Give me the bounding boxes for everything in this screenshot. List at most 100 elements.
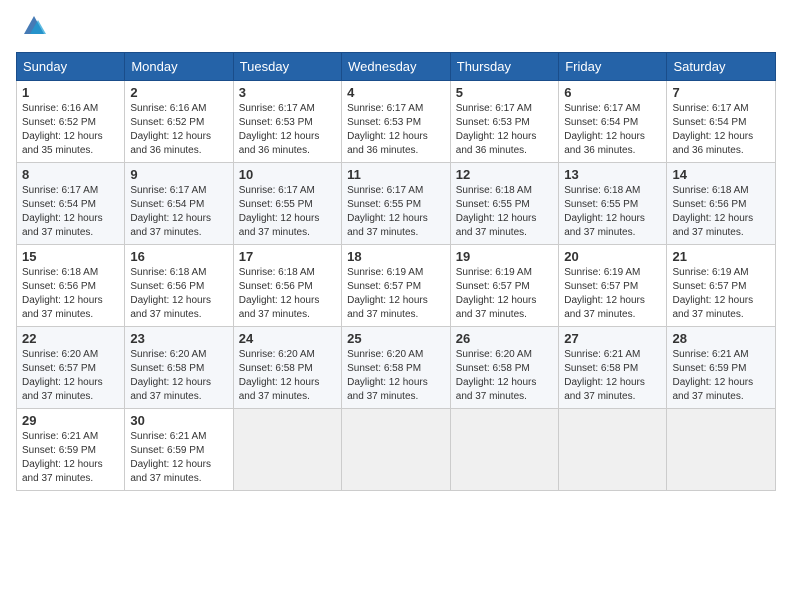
day-number: 4 bbox=[347, 85, 445, 100]
day-info: Sunrise: 6:19 AMSunset: 6:57 PMDaylight:… bbox=[564, 266, 661, 322]
day-number: 8 bbox=[22, 167, 119, 182]
day-info: Sunrise: 6:20 AMSunset: 6:58 PMDaylight:… bbox=[456, 348, 553, 404]
weekday-header: Sunday bbox=[17, 53, 125, 81]
calendar-cell: 13 Sunrise: 6:18 AMSunset: 6:55 PMDayligh… bbox=[559, 163, 667, 245]
calendar-cell: 17Sunrise: 6:18 AMSunset: 6:56 PMDayligh… bbox=[233, 245, 341, 327]
calendar-cell bbox=[450, 409, 558, 491]
calendar-cell: 3 Sunrise: 6:17 AMSunset: 6:53 PMDaylight… bbox=[233, 81, 341, 163]
calendar-cell: 14 Sunrise: 6:18 AMSunset: 6:56 PMDayligh… bbox=[667, 163, 776, 245]
calendar-cell: 26 Sunrise: 6:20 AMSunset: 6:58 PMDayligh… bbox=[450, 327, 558, 409]
day-number: 2 bbox=[130, 85, 227, 100]
day-info: Sunrise: 6:17 AMSunset: 6:53 PMDaylight:… bbox=[347, 102, 445, 158]
weekday-header: Monday bbox=[125, 53, 233, 81]
day-info: Sunrise: 6:21 AMSunset: 6:58 PMDaylight:… bbox=[564, 348, 661, 404]
logo-icon bbox=[20, 12, 48, 40]
calendar-table: SundayMondayTuesdayWednesdayThursdayFrid… bbox=[16, 52, 776, 491]
day-number: 29 bbox=[22, 413, 119, 428]
day-number: 10 bbox=[239, 167, 336, 182]
day-number: 13 bbox=[564, 167, 661, 182]
day-info: Sunrise: 6:17 AMSunset: 6:53 PMDaylight:… bbox=[239, 102, 336, 158]
day-number: 26 bbox=[456, 331, 553, 346]
calendar-cell: 4 Sunrise: 6:17 AMSunset: 6:53 PMDaylight… bbox=[342, 81, 451, 163]
calendar-header-row: SundayMondayTuesdayWednesdayThursdayFrid… bbox=[17, 53, 776, 81]
day-info: Sunrise: 6:20 AMSunset: 6:58 PMDaylight:… bbox=[239, 348, 336, 404]
day-number: 18 bbox=[347, 249, 445, 264]
logo bbox=[16, 16, 48, 40]
day-number: 11 bbox=[347, 167, 445, 182]
calendar-week-row: 15 Sunrise: 6:18 AMSunset: 6:56 PMDayligh… bbox=[17, 245, 776, 327]
day-info: Sunrise: 6:17 AMSunset: 6:55 PMDaylight:… bbox=[347, 184, 445, 240]
day-number: 27 bbox=[564, 331, 661, 346]
day-info: Sunrise: 6:16 AMSunset: 6:52 PMDaylight:… bbox=[22, 102, 119, 158]
day-info: Sunrise: 6:18 AMSunset: 6:56 PMDaylight:… bbox=[22, 266, 119, 322]
day-info: Sunrise: 6:17 AMSunset: 6:53 PMDaylight:… bbox=[456, 102, 553, 158]
day-info: Sunrise: 6:19 AMSunset: 6:57 PMDaylight:… bbox=[347, 266, 445, 322]
calendar-week-row: 8 Sunrise: 6:17 AMSunset: 6:54 PMDaylight… bbox=[17, 163, 776, 245]
calendar-cell: 12 Sunrise: 6:18 AMSunset: 6:55 PMDayligh… bbox=[450, 163, 558, 245]
calendar-cell: 22 Sunrise: 6:20 AMSunset: 6:57 PMDayligh… bbox=[17, 327, 125, 409]
day-info: Sunrise: 6:19 AMSunset: 6:57 PMDaylight:… bbox=[456, 266, 553, 322]
day-info: Sunrise: 6:17 AMSunset: 6:54 PMDaylight:… bbox=[22, 184, 119, 240]
calendar-cell: 11 Sunrise: 6:17 AMSunset: 6:55 PMDayligh… bbox=[342, 163, 451, 245]
day-info: Sunrise: 6:18 AMSunset: 6:56 PMDaylight:… bbox=[130, 266, 227, 322]
calendar-cell: 6 Sunrise: 6:17 AMSunset: 6:54 PMDaylight… bbox=[559, 81, 667, 163]
calendar-cell: 7 Sunrise: 6:17 AMSunset: 6:54 PMDaylight… bbox=[667, 81, 776, 163]
calendar-cell: 21 Sunrise: 6:19 AMSunset: 6:57 PMDayligh… bbox=[667, 245, 776, 327]
calendar-cell: 2Sunrise: 6:16 AMSunset: 6:52 PMDaylight… bbox=[125, 81, 233, 163]
day-number: 22 bbox=[22, 331, 119, 346]
day-number: 21 bbox=[672, 249, 770, 264]
calendar-cell: 19 Sunrise: 6:19 AMSunset: 6:57 PMDayligh… bbox=[450, 245, 558, 327]
calendar-cell: 27 Sunrise: 6:21 AMSunset: 6:58 PMDayligh… bbox=[559, 327, 667, 409]
weekday-header: Friday bbox=[559, 53, 667, 81]
calendar-cell bbox=[342, 409, 451, 491]
day-number: 19 bbox=[456, 249, 553, 264]
day-number: 25 bbox=[347, 331, 445, 346]
day-info: Sunrise: 6:18 AMSunset: 6:56 PMDaylight:… bbox=[239, 266, 336, 322]
day-info: Sunrise: 6:21 AMSunset: 6:59 PMDaylight:… bbox=[672, 348, 770, 404]
day-info: Sunrise: 6:19 AMSunset: 6:57 PMDaylight:… bbox=[672, 266, 770, 322]
calendar-week-row: 22 Sunrise: 6:20 AMSunset: 6:57 PMDayligh… bbox=[17, 327, 776, 409]
calendar-cell: 29 Sunrise: 6:21 AMSunset: 6:59 PMDayligh… bbox=[17, 409, 125, 491]
day-number: 5 bbox=[456, 85, 553, 100]
weekday-header: Saturday bbox=[667, 53, 776, 81]
calendar-cell bbox=[559, 409, 667, 491]
calendar-cell: 15 Sunrise: 6:18 AMSunset: 6:56 PMDayligh… bbox=[17, 245, 125, 327]
day-number: 16 bbox=[130, 249, 227, 264]
calendar-week-row: 29 Sunrise: 6:21 AMSunset: 6:59 PMDayligh… bbox=[17, 409, 776, 491]
day-info: Sunrise: 6:21 AMSunset: 6:59 PMDaylight:… bbox=[130, 430, 227, 486]
day-info: Sunrise: 6:20 AMSunset: 6:58 PMDaylight:… bbox=[130, 348, 227, 404]
day-info: Sunrise: 6:18 AMSunset: 6:55 PMDaylight:… bbox=[564, 184, 661, 240]
calendar-week-row: 1Sunrise: 6:16 AMSunset: 6:52 PMDaylight… bbox=[17, 81, 776, 163]
day-number: 3 bbox=[239, 85, 336, 100]
day-info: Sunrise: 6:20 AMSunset: 6:57 PMDaylight:… bbox=[22, 348, 119, 404]
day-info: Sunrise: 6:18 AMSunset: 6:56 PMDaylight:… bbox=[672, 184, 770, 240]
calendar-cell: 16 Sunrise: 6:18 AMSunset: 6:56 PMDayligh… bbox=[125, 245, 233, 327]
weekday-header: Tuesday bbox=[233, 53, 341, 81]
day-number: 23 bbox=[130, 331, 227, 346]
weekday-header: Wednesday bbox=[342, 53, 451, 81]
day-info: Sunrise: 6:17 AMSunset: 6:54 PMDaylight:… bbox=[130, 184, 227, 240]
day-number: 6 bbox=[564, 85, 661, 100]
calendar-cell: 30 Sunrise: 6:21 AMSunset: 6:59 PMDayligh… bbox=[125, 409, 233, 491]
calendar-cell: 24Sunrise: 6:20 AMSunset: 6:58 PMDayligh… bbox=[233, 327, 341, 409]
day-info: Sunrise: 6:17 AMSunset: 6:54 PMDaylight:… bbox=[564, 102, 661, 158]
day-number: 15 bbox=[22, 249, 119, 264]
calendar-cell: 28Sunrise: 6:21 AMSunset: 6:59 PMDayligh… bbox=[667, 327, 776, 409]
day-info: Sunrise: 6:17 AMSunset: 6:54 PMDaylight:… bbox=[672, 102, 770, 158]
calendar-cell: 5 Sunrise: 6:17 AMSunset: 6:53 PMDaylight… bbox=[450, 81, 558, 163]
calendar-cell bbox=[233, 409, 341, 491]
calendar-cell: 25Sunrise: 6:20 AMSunset: 6:58 PMDayligh… bbox=[342, 327, 451, 409]
calendar-cell: 20Sunrise: 6:19 AMSunset: 6:57 PMDayligh… bbox=[559, 245, 667, 327]
day-number: 7 bbox=[672, 85, 770, 100]
calendar-cell: 18 Sunrise: 6:19 AMSunset: 6:57 PMDayligh… bbox=[342, 245, 451, 327]
weekday-header: Thursday bbox=[450, 53, 558, 81]
calendar-cell bbox=[667, 409, 776, 491]
day-info: Sunrise: 6:17 AMSunset: 6:55 PMDaylight:… bbox=[239, 184, 336, 240]
calendar-cell: 1Sunrise: 6:16 AMSunset: 6:52 PMDaylight… bbox=[17, 81, 125, 163]
day-info: Sunrise: 6:21 AMSunset: 6:59 PMDaylight:… bbox=[22, 430, 119, 486]
day-number: 30 bbox=[130, 413, 227, 428]
day-number: 12 bbox=[456, 167, 553, 182]
calendar-cell: 8 Sunrise: 6:17 AMSunset: 6:54 PMDaylight… bbox=[17, 163, 125, 245]
day-info: Sunrise: 6:18 AMSunset: 6:55 PMDaylight:… bbox=[456, 184, 553, 240]
day-number: 14 bbox=[672, 167, 770, 182]
